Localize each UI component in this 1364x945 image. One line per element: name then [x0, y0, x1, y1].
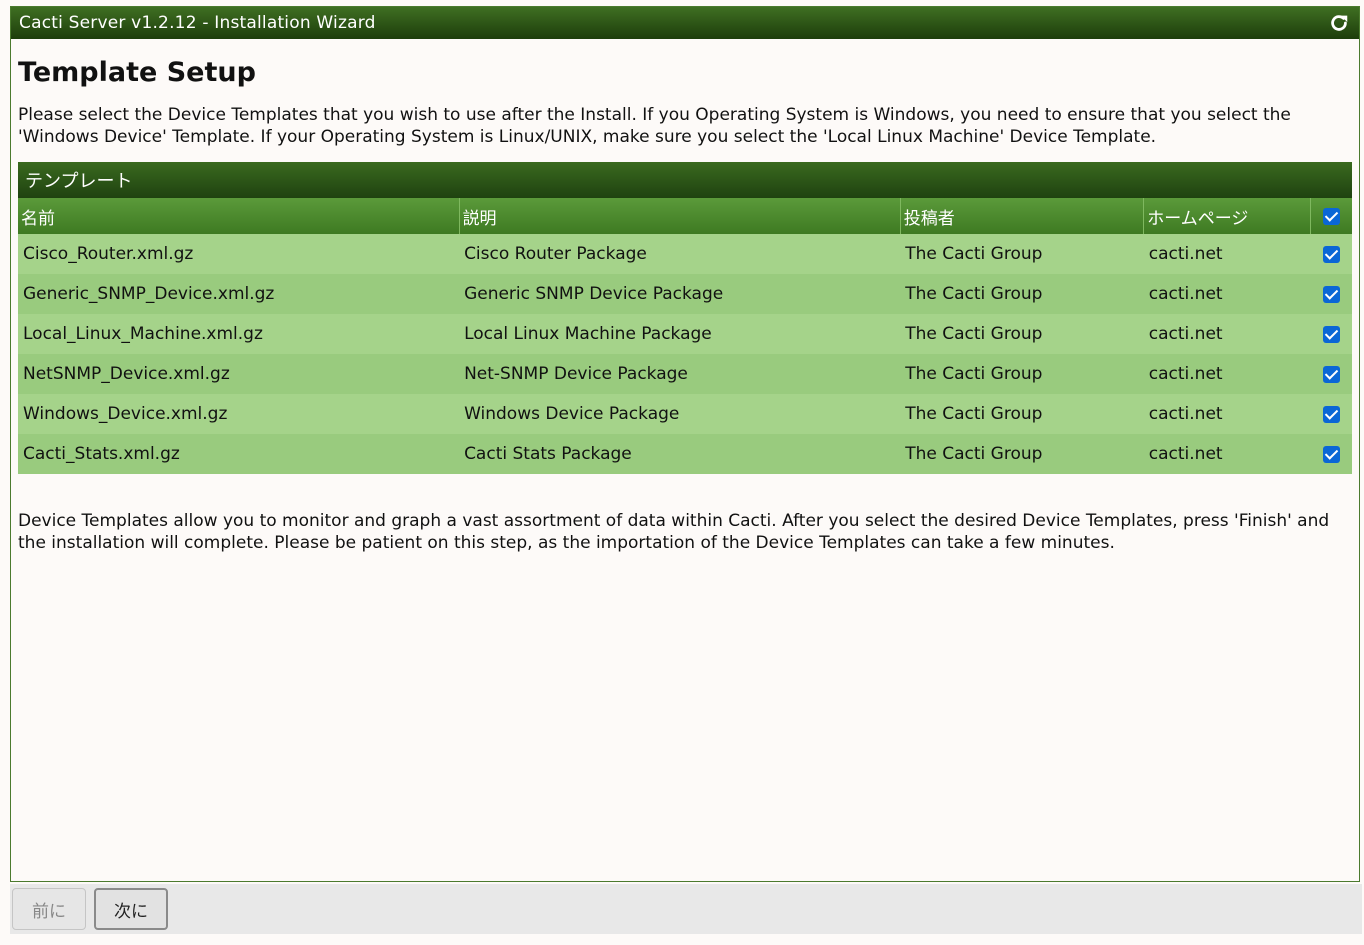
template-author: The Cacti Group — [900, 314, 1144, 354]
select-all-checkbox-cell — [1310, 198, 1352, 234]
row-checkbox-cell — [1310, 394, 1352, 434]
template-homepage: cacti.net — [1143, 274, 1311, 314]
row-checkbox-cell — [1310, 354, 1352, 394]
template-description: Local Linux Machine Package — [459, 314, 901, 354]
window-title: Cacti Server v1.2.12 - Installation Wiza… — [19, 13, 376, 33]
wizard-button-bar: 前に 次に — [10, 884, 1362, 934]
next-button[interactable]: 次に — [94, 888, 168, 930]
template-name: Generic_SNMP_Device.xml.gz — [18, 274, 460, 314]
table-section-title: テンプレート — [18, 162, 1352, 198]
template-homepage: cacti.net — [1143, 434, 1311, 474]
template-description: Cacti Stats Package — [459, 434, 901, 474]
table-row[interactable]: Generic_SNMP_Device.xml.gz Generic SNMP … — [18, 274, 1352, 314]
table-row[interactable]: Cacti_Stats.xml.gz Cacti Stats Package T… — [18, 434, 1352, 474]
table-row[interactable]: NetSNMP_Device.xml.gz Net-SNMP Device Pa… — [18, 354, 1352, 394]
template-author: The Cacti Group — [900, 394, 1144, 434]
intro-text: Please select the Device Templates that … — [18, 105, 1291, 147]
row-checkbox-cell — [1310, 314, 1352, 354]
template-author: The Cacti Group — [900, 354, 1144, 394]
template-homepage: cacti.net — [1143, 394, 1311, 434]
table-section-header: テンプレート — [18, 162, 1352, 198]
previous-button[interactable]: 前に — [12, 888, 86, 930]
refresh-icon[interactable] — [1327, 11, 1351, 35]
page-title: Template Setup — [18, 57, 256, 88]
table-row[interactable]: Cisco_Router.xml.gz Cisco Router Package… — [18, 234, 1352, 274]
installation-wizard-window: Cacti Server v1.2.12 - Installation Wiza… — [10, 6, 1360, 882]
template-description: Windows Device Package — [459, 394, 901, 434]
select-all-checkbox[interactable] — [1322, 207, 1340, 225]
table-column-headers: 名前 説明 投稿者 ホームページ — [18, 198, 1352, 234]
template-name: NetSNMP_Device.xml.gz — [18, 354, 460, 394]
row-checkbox[interactable] — [1322, 445, 1340, 463]
column-header-homepage[interactable]: ホームページ — [1143, 198, 1311, 234]
template-name: Windows_Device.xml.gz — [18, 394, 460, 434]
table-row[interactable]: Local_Linux_Machine.xml.gz Local Linux M… — [18, 314, 1352, 354]
template-table: テンプレート 名前 説明 投稿者 ホームページ Cisco_Router.xml… — [18, 162, 1352, 474]
template-description: Generic SNMP Device Package — [459, 274, 901, 314]
window-titlebar: Cacti Server v1.2.12 - Installation Wiza… — [11, 7, 1359, 39]
row-checkbox-cell — [1310, 434, 1352, 474]
template-author: The Cacti Group — [900, 274, 1144, 314]
table-row[interactable]: Windows_Device.xml.gz Windows Device Pac… — [18, 394, 1352, 434]
column-header-name[interactable]: 名前 — [18, 198, 460, 234]
template-author: The Cacti Group — [900, 234, 1144, 274]
template-name: Local_Linux_Machine.xml.gz — [18, 314, 460, 354]
column-header-description[interactable]: 説明 — [459, 198, 901, 234]
row-checkbox[interactable] — [1322, 365, 1340, 383]
template-homepage: cacti.net — [1143, 234, 1311, 274]
wizard-content: Template Setup Please select the Device … — [11, 57, 1359, 554]
row-checkbox[interactable] — [1322, 245, 1340, 263]
template-description: Net-SNMP Device Package — [459, 354, 901, 394]
template-author: The Cacti Group — [900, 434, 1144, 474]
row-checkbox[interactable] — [1322, 285, 1340, 303]
template-homepage: cacti.net — [1143, 354, 1311, 394]
row-checkbox-cell — [1310, 274, 1352, 314]
template-description: Cisco Router Package — [459, 234, 901, 274]
template-name: Cacti_Stats.xml.gz — [18, 434, 460, 474]
column-header-author[interactable]: 投稿者 — [900, 198, 1145, 234]
row-checkbox[interactable] — [1322, 405, 1340, 423]
template-name: Cisco_Router.xml.gz — [18, 234, 460, 274]
template-homepage: cacti.net — [1143, 314, 1311, 354]
row-checkbox-cell — [1310, 234, 1352, 274]
row-checkbox[interactable] — [1322, 325, 1340, 343]
outro-text: Device Templates allow you to monitor an… — [18, 511, 1330, 553]
